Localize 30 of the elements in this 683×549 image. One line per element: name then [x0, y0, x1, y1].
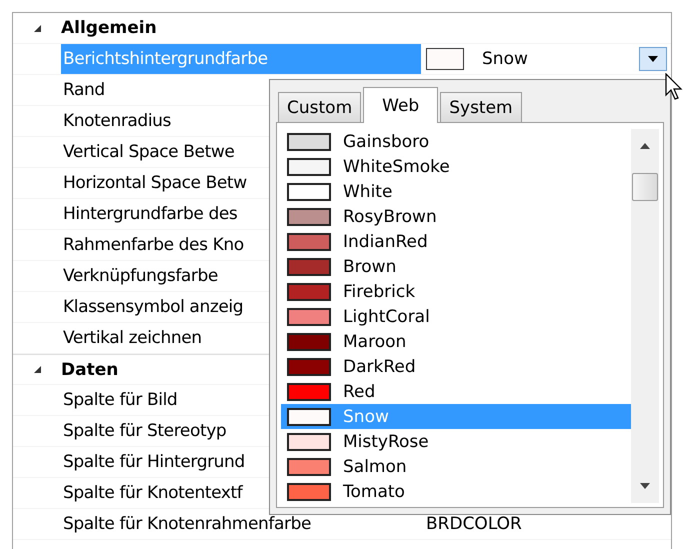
color-item[interactable]: Tomato — [281, 479, 631, 504]
tab[interactable]: Web — [363, 87, 438, 123]
scroll-thumb[interactable] — [632, 173, 658, 201]
property-name[interactable]: Spalte für Knotenrahmenfarbe — [61, 509, 421, 539]
caret-icon — [648, 56, 658, 62]
color-item[interactable]: Gainsboro — [281, 129, 631, 154]
color-item[interactable]: DarkRed — [281, 354, 631, 379]
color-item[interactable]: Firebrick — [281, 279, 631, 304]
color-item[interactable]: White — [281, 179, 631, 204]
scroll-up-icon[interactable] — [640, 143, 650, 149]
scrollbar[interactable] — [631, 129, 659, 503]
collapse-icon[interactable] — [32, 364, 42, 375]
property-value: BRDCOLOR — [426, 514, 522, 534]
scroll-down-icon[interactable] — [640, 483, 650, 489]
section-title: Daten — [61, 360, 118, 380]
color-item[interactable]: Maroon — [281, 329, 631, 354]
color-item[interactable]: Salmon — [281, 454, 631, 479]
property-value: Snow — [482, 49, 528, 69]
collapse-icon[interactable] — [32, 22, 42, 34]
tab[interactable]: Custom — [278, 92, 362, 122]
tab[interactable]: System — [440, 92, 522, 122]
color-item[interactable]: MistyRose — [281, 429, 631, 454]
section-title: Allgemein — [61, 18, 157, 38]
color-item[interactable]: WhiteSmoke — [281, 154, 631, 179]
color-item[interactable]: RosyBrown — [281, 204, 631, 229]
dropdown-button[interactable] — [639, 47, 667, 71]
color-item[interactable]: Red — [281, 379, 631, 404]
color-item[interactable]: IndianRed — [281, 229, 631, 254]
color-item[interactable]: LightCoral — [281, 304, 631, 329]
color-item[interactable]: Brown — [281, 254, 631, 279]
